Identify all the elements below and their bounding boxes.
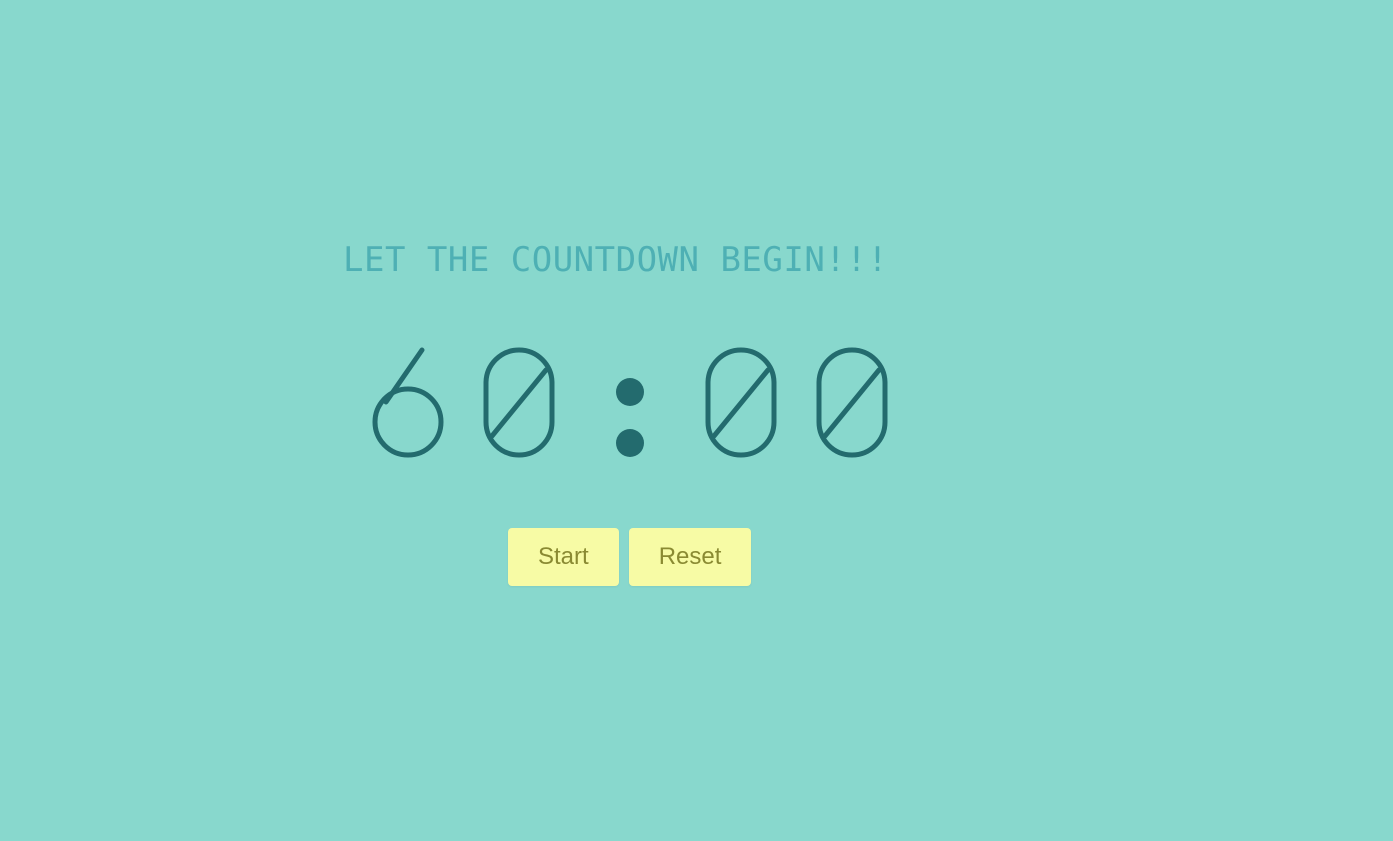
countdown-timer: 60:00 [360,330,900,470]
timer-colon [616,378,644,457]
reset-button[interactable]: Reset [628,528,752,586]
seconds-ones-digit [816,347,888,458]
page-heading: LET THE COUNTDOWN BEGIN!!! [343,240,889,280]
timer-controls: Start Reset [508,528,752,586]
minutes-ones-digit [483,347,555,458]
minutes-tens-digit [372,347,444,458]
timer-display [372,347,888,458]
timer-text: 60:00 [360,470,361,471]
seconds-tens-digit [705,347,777,458]
start-button[interactable]: Start [508,528,619,586]
countdown-page: LET THE COUNTDOWN BEGIN!!! Start Reset [0,0,1393,841]
